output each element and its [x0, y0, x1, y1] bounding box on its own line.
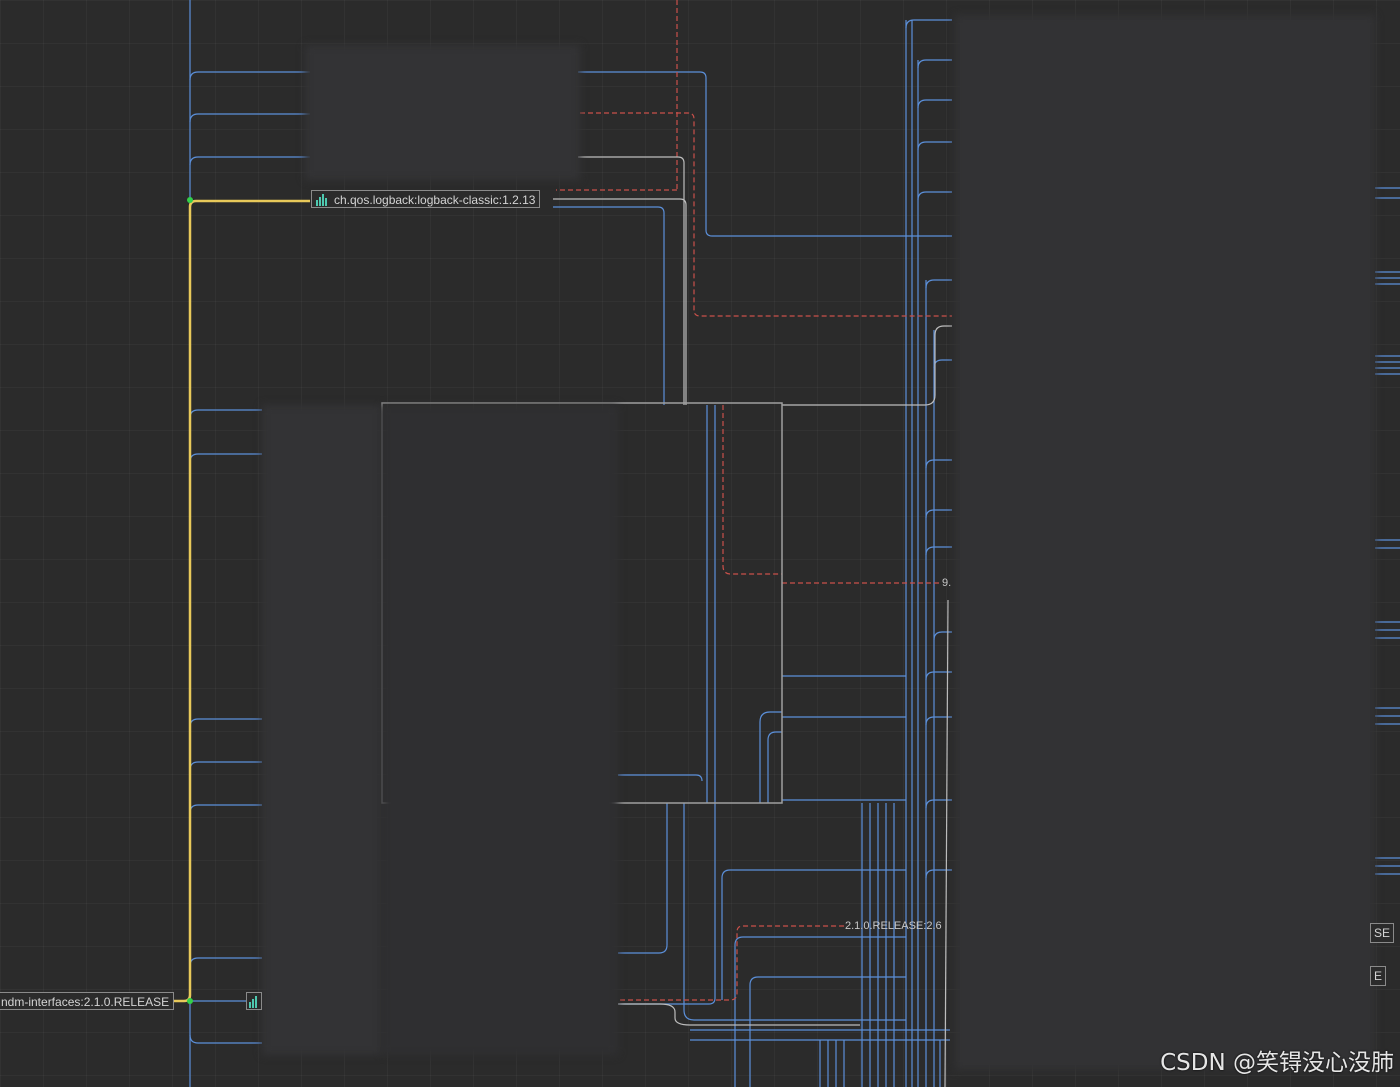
node-blurred-below-interfaces[interactable]: [246, 992, 262, 1010]
node-logback-classic[interactable]: ch.qos.logback:logback-classic:1.2.13: [311, 190, 541, 208]
node-label: ch.qos.logback:logback-classic:1.2.13: [334, 193, 536, 207]
node-label: SE: [1374, 926, 1391, 940]
node-label: ndm-interfaces:2.1.0.RELEASE: [1, 995, 170, 1009]
edge-label-partial-9: 9.: [942, 577, 952, 589]
node-interfaces[interactable]: ndm-interfaces:2.1.0.RELEASE: [0, 992, 175, 1010]
blurred-center-panel: [382, 405, 618, 1055]
blurred-top-node-group: [305, 45, 580, 180]
library-icon: [249, 996, 263, 1008]
blurred-left-panel: [262, 405, 382, 1055]
node-label: E: [1374, 969, 1383, 983]
library-icon: [316, 194, 330, 206]
blurred-right-panel: [955, 15, 1375, 1070]
node-partial-e[interactable]: E: [1370, 966, 1387, 986]
watermark: CSDN @笑锝没心没肺: [1160, 1050, 1394, 1076]
node-partial-se[interactable]: SE: [1370, 923, 1395, 943]
edge-label-release: 2.1.0.RELEASE:2.6: [845, 920, 942, 932]
